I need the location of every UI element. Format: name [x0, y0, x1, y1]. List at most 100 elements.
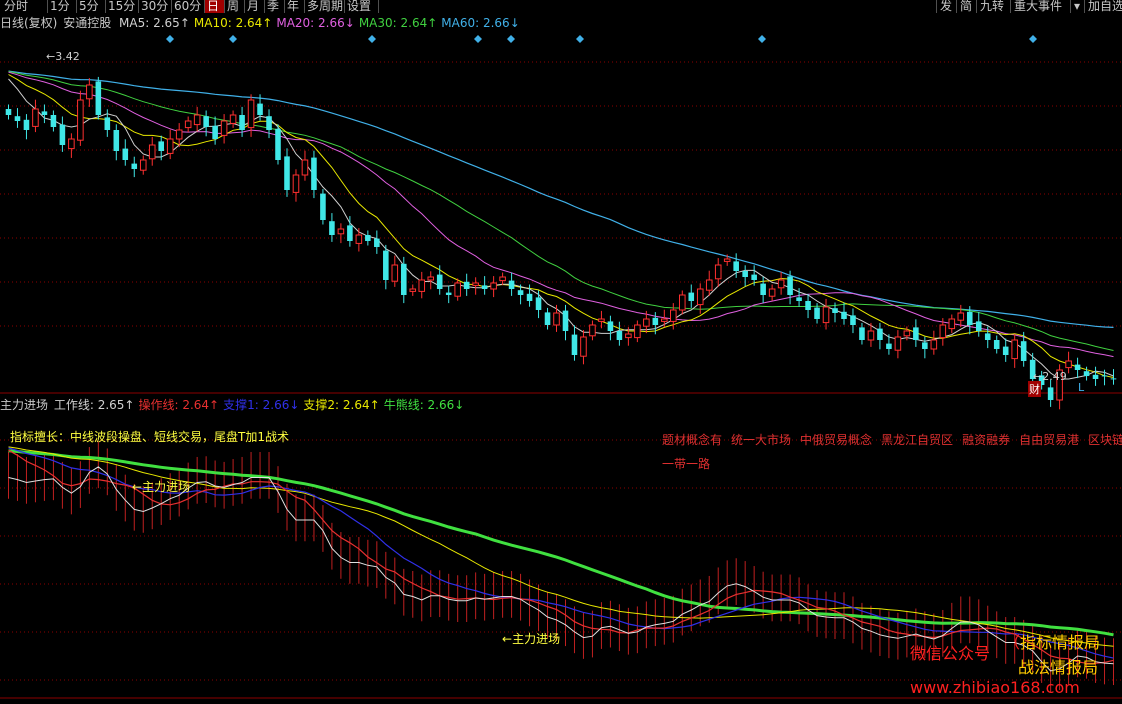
event-diamond-icon	[507, 35, 515, 43]
candle-body	[661, 318, 668, 322]
candle-body	[374, 238, 380, 247]
entry-label-1: ←主力进场	[132, 480, 191, 494]
candle-body	[490, 282, 497, 290]
concept-list: 题材概念有统一大市场中俄贸易概念黑龙江自贸区融资融券自由贸易港区块链航运一带一路	[662, 428, 1122, 476]
candle-body	[229, 114, 237, 124]
candle-body	[5, 109, 12, 115]
candle-body	[517, 290, 524, 295]
candle-body	[894, 336, 902, 351]
candle-body	[598, 318, 605, 322]
sub-legend-1: 操作线: 2.64↑	[138, 398, 220, 412]
candle-body	[347, 225, 353, 241]
candle-body	[616, 331, 623, 340]
candle-body	[50, 115, 57, 127]
candle-body	[877, 328, 883, 340]
candle-body	[822, 306, 830, 324]
candle-body	[850, 315, 856, 325]
candle-body	[481, 285, 488, 289]
candle-body	[311, 157, 317, 190]
ma-lines	[8, 70, 1114, 380]
candle-body	[957, 312, 965, 321]
candle-body	[544, 312, 551, 325]
l-marker[interactable]: L	[1078, 381, 1084, 394]
candle-body	[59, 124, 66, 145]
candle-body	[499, 276, 506, 282]
candle-body	[688, 292, 695, 301]
candle-body	[652, 317, 659, 325]
candle-body	[777, 279, 785, 289]
candle-body	[329, 221, 335, 235]
candle-body	[625, 333, 632, 339]
candle-body	[266, 116, 272, 130]
concept-5: 自由贸易港	[1019, 433, 1080, 447]
sub-legend-0: 工作线: 2.65↑	[53, 398, 135, 412]
candle-body	[922, 342, 928, 349]
candle-body	[292, 174, 300, 193]
candle-body	[571, 334, 578, 355]
candle-body	[284, 156, 290, 190]
candle-body	[139, 159, 147, 171]
candle-body	[939, 324, 947, 339]
event-diamond-icon	[1029, 35, 1037, 43]
candle-body	[184, 120, 192, 129]
candle-body	[814, 307, 820, 319]
sub-legend-3: 支撑2: 2.64↑	[303, 398, 380, 412]
candle-body	[723, 258, 731, 262]
candle-body	[634, 324, 641, 339]
event-diamond-icon	[474, 35, 482, 43]
candle-body	[320, 193, 326, 220]
candle-body	[678, 294, 686, 311]
candle-body	[705, 279, 713, 291]
candle-body	[643, 318, 650, 327]
sub-legend-items: 工作线: 2.65↑ 操作线: 2.64↑ 支撑1: 2.66↓ 支撑2: 2.64↑…	[54, 398, 468, 412]
candle-body	[193, 114, 201, 126]
candle-body	[1002, 346, 1009, 355]
candle-body	[23, 119, 30, 130]
concept-0: 题材概念有	[662, 433, 723, 447]
candle-body	[391, 264, 399, 282]
candle-body	[1101, 375, 1108, 377]
candle-body	[805, 301, 811, 310]
candle-body	[966, 311, 973, 325]
candle-body	[365, 235, 371, 241]
event-diamond-icon	[368, 35, 376, 43]
concept-6: 区块链	[1088, 433, 1122, 447]
concept-2: 中俄贸易概念	[800, 433, 873, 447]
candle-body	[993, 340, 1000, 349]
candle-body	[1092, 374, 1099, 379]
candle-body	[859, 327, 865, 340]
candle-body	[68, 138, 75, 150]
candle-body	[212, 125, 218, 139]
candle-body	[975, 321, 982, 331]
candle-body	[984, 333, 991, 340]
candles	[5, 76, 1117, 410]
concept-4: 融资融券	[962, 433, 1011, 447]
candle-body	[131, 163, 138, 169]
candle-body	[714, 264, 722, 280]
candle-body	[1020, 341, 1027, 361]
candle-body	[867, 330, 875, 341]
ma60-line	[8, 70, 1114, 328]
sub-legend-2: 支撑1: 2.66↓	[223, 398, 300, 412]
candle-body	[166, 138, 174, 154]
candle-body	[553, 312, 560, 326]
concept-8: 一带一路	[662, 457, 711, 471]
candle-body	[427, 276, 435, 281]
watermark-url: www.zhibiao168.com	[910, 678, 1080, 697]
candle-body	[696, 288, 704, 306]
candle-body	[158, 141, 165, 151]
cai-marker[interactable]: 财	[1028, 381, 1041, 397]
candle-body	[589, 324, 596, 337]
concept-3: 黑龙江自贸区	[881, 433, 954, 447]
candle-body	[760, 283, 766, 295]
sub-legend-4: 牛熊线: 2.66↓	[383, 398, 465, 412]
candle-body	[768, 288, 776, 297]
ma5-line	[8, 78, 1114, 380]
event-diamond-icon	[229, 35, 237, 43]
kline-chart[interactable]	[0, 0, 1122, 704]
event-diamond-icon	[758, 35, 766, 43]
candle-body	[832, 308, 838, 313]
candle-body	[220, 120, 228, 136]
candle-body	[175, 129, 183, 140]
candle-body	[122, 148, 129, 160]
